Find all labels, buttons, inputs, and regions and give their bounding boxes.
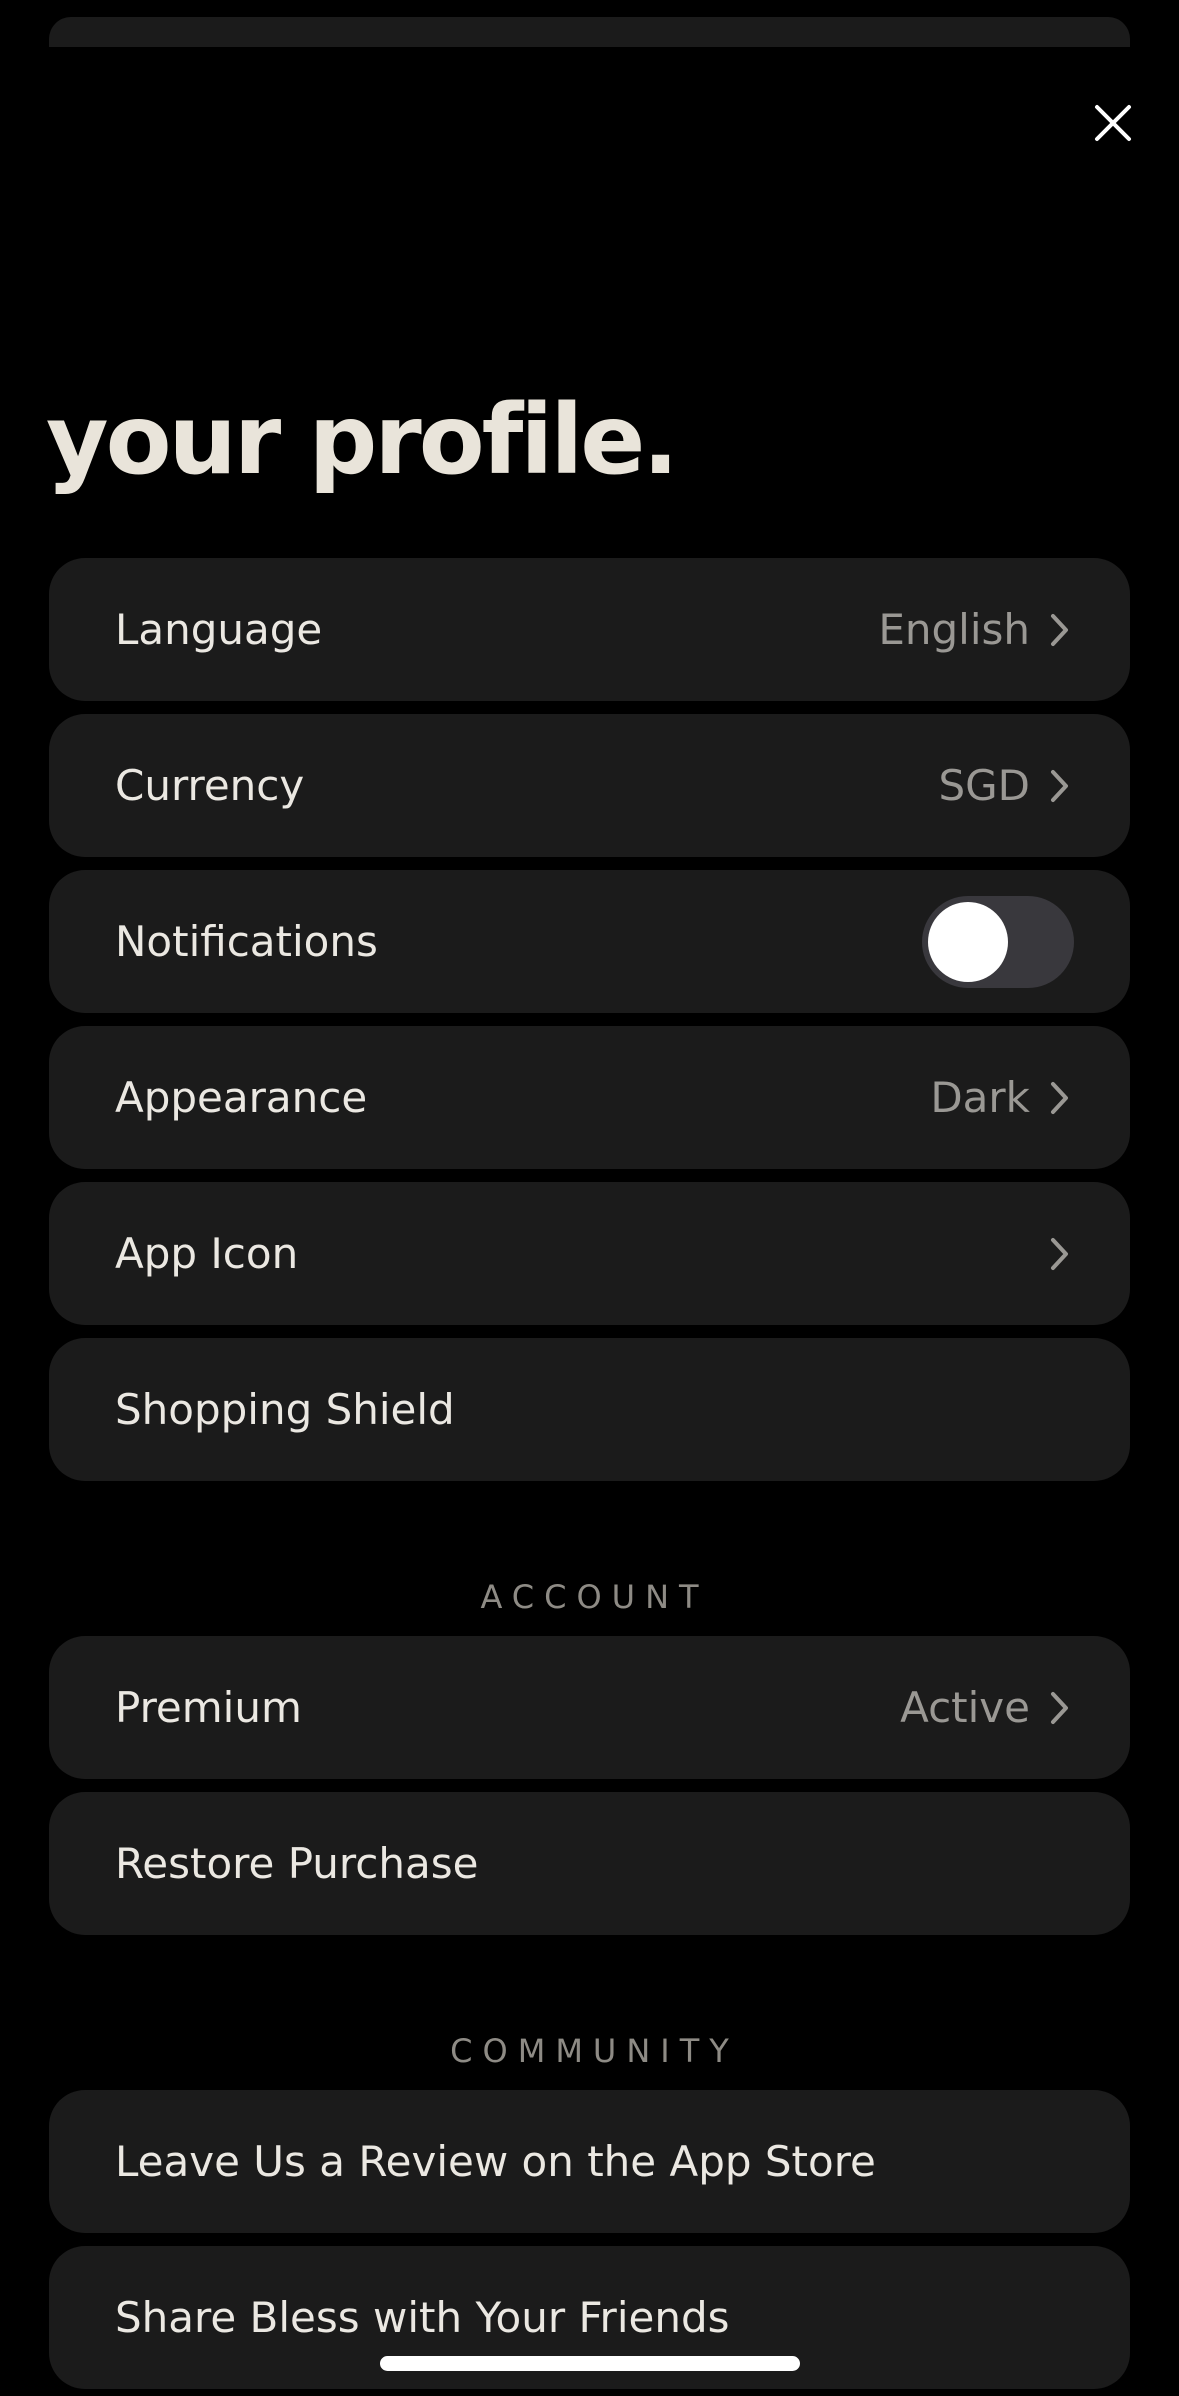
notifications-label: Notifications <box>115 917 378 966</box>
share-label: Share Bless with Your Friends <box>115 2293 730 2342</box>
account-section-header: ACCOUNT <box>480 1578 709 1616</box>
app-icon-label: App Icon <box>115 1229 299 1278</box>
community-section-header: COMMUNITY <box>450 2032 739 2070</box>
restore-purchase-row[interactable]: Restore Purchase <box>49 1792 1130 1935</box>
appearance-value: Dark <box>930 1073 1030 1122</box>
appearance-label: Appearance <box>115 1073 368 1122</box>
currency-row[interactable]: Currency SGD <box>49 714 1130 857</box>
appearance-row[interactable]: Appearance Dark <box>49 1026 1130 1169</box>
restore-purchase-label: Restore Purchase <box>115 1839 479 1888</box>
shopping-shield-label: Shopping Shield <box>115 1385 455 1434</box>
premium-row[interactable]: Premium Active <box>49 1636 1130 1779</box>
shopping-shield-row[interactable]: Shopping Shield <box>49 1338 1130 1481</box>
app-icon-row[interactable]: App Icon <box>49 1182 1130 1325</box>
chevron-right-icon <box>1051 769 1068 802</box>
toggle-knob <box>928 901 1008 982</box>
chevron-right-icon <box>1051 1081 1068 1114</box>
close-icon <box>1095 105 1131 141</box>
currency-label: Currency <box>115 761 305 810</box>
premium-value: Active <box>900 1683 1030 1732</box>
language-label: Language <box>115 605 323 654</box>
review-label: Leave Us a Review on the App Store <box>115 2137 876 2186</box>
currency-value: SGD <box>938 761 1030 810</box>
page-title: your profile. <box>46 384 679 496</box>
language-value: English <box>878 605 1030 654</box>
home-indicator <box>380 2356 800 2371</box>
review-row[interactable]: Leave Us a Review on the App Store <box>49 2090 1130 2233</box>
close-button[interactable] <box>1083 93 1143 153</box>
language-row[interactable]: Language English <box>49 558 1130 701</box>
chevron-right-icon <box>1051 613 1068 646</box>
previous-sheet-edge <box>49 17 1130 47</box>
notifications-row: Notifications <box>49 870 1130 1013</box>
notifications-toggle[interactable] <box>922 895 1074 988</box>
premium-label: Premium <box>115 1683 302 1732</box>
chevron-right-icon <box>1051 1237 1068 1270</box>
chevron-right-icon <box>1051 1691 1068 1724</box>
